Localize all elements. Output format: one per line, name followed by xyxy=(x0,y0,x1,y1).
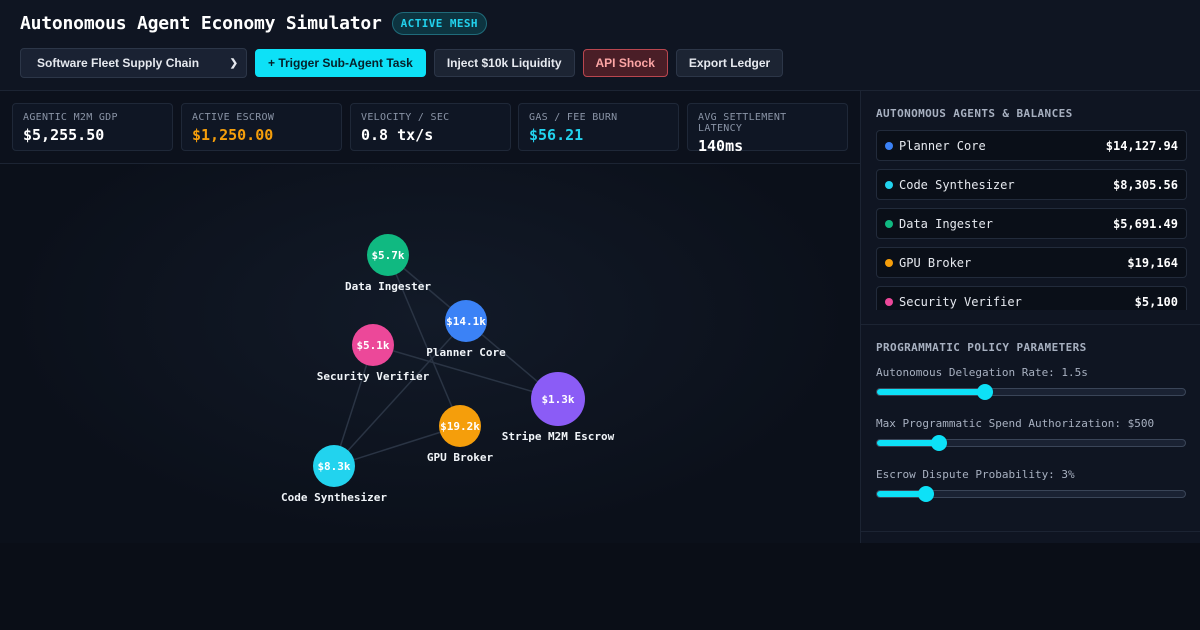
slider-label: Autonomous Delegation Rate: 1.5s xyxy=(876,366,1088,379)
node-value: $8.3k xyxy=(317,460,350,473)
agent-name: Code Synthesizer xyxy=(899,177,1015,192)
agent-balance: $5,691.49 xyxy=(1112,216,1178,231)
app-title: Autonomous Agent Economy Simulator xyxy=(20,13,382,34)
slider-track[interactable] xyxy=(876,486,1186,502)
stat-label: VELOCITY / SEC xyxy=(361,112,450,123)
slider-label: Escrow Dispute Probability: 3% xyxy=(876,468,1075,481)
inject-liquidity-button[interactable]: Inject $10k Liquidity xyxy=(433,49,575,77)
agents-section: AUTONOMOUS AGENTS & BALANCES Planner Cor… xyxy=(861,91,1200,325)
chevron-down-icon: ❯ xyxy=(229,57,238,69)
agent-name: Planner Core xyxy=(899,138,986,153)
agent-row-left: Code Synthesizer xyxy=(885,178,1015,192)
slider-fill xyxy=(877,389,985,395)
agent-list[interactable]: Planner Core $14,127.94 Code Synthesizer… xyxy=(876,130,1187,310)
node-label: Data Ingester xyxy=(345,280,431,293)
agent-row-left: Planner Core xyxy=(885,139,986,153)
node-label: Security Verifier xyxy=(317,370,430,383)
agent-balance: $8,305.56 xyxy=(1112,177,1178,192)
slider-thumb[interactable] xyxy=(976,384,993,400)
slider-track[interactable] xyxy=(876,384,1186,400)
title-row: Autonomous Agent Economy Simulator ACTIV… xyxy=(20,12,487,35)
node-label: GPU Broker xyxy=(427,451,494,464)
app-header: Autonomous Agent Economy Simulator ACTIV… xyxy=(0,0,1200,91)
agents-heading: AUTONOMOUS AGENTS & BALANCES xyxy=(876,107,1073,120)
slider-delegation-rate: Autonomous Delegation Rate: 1.5s xyxy=(876,366,1187,400)
slider-dispute-probability: Escrow Dispute Probability: 3% xyxy=(876,468,1187,502)
slider-spend-authorization: Max Programmatic Spend Authorization: $5… xyxy=(876,417,1187,451)
agent-name: Security Verifier xyxy=(899,294,1022,309)
stat-value: $1,250.00 xyxy=(192,126,274,144)
agent-row-left: Security Verifier xyxy=(885,295,1022,309)
status-dot xyxy=(885,180,893,189)
policy-heading: PROGRAMMATIC POLICY PARAMETERS xyxy=(876,341,1087,354)
slider-track[interactable] xyxy=(876,435,1186,451)
stat-card-escrow: ACTIVE ESCROW $1,250.00 xyxy=(181,103,342,151)
node-value: $5.1k xyxy=(356,339,389,352)
agent-row-code[interactable]: Code Synthesizer $8,305.56 xyxy=(876,169,1187,200)
agent-row-left: Data Ingester xyxy=(885,217,993,231)
stat-value: 0.8 tx/s xyxy=(361,126,434,144)
stat-value: 140ms xyxy=(698,137,744,155)
agent-row-gpu[interactable]: GPU Broker $19,164 xyxy=(876,247,1187,278)
status-dot xyxy=(885,141,893,150)
stat-value: $56.21 xyxy=(529,126,584,144)
policy-section: PROGRAMMATIC POLICY PARAMETERS Autonomou… xyxy=(861,325,1200,532)
slider-fill xyxy=(877,440,939,446)
agent-row-data[interactable]: Data Ingester $5,691.49 xyxy=(876,208,1187,239)
node-label: Code Synthesizer xyxy=(281,491,387,504)
node-value: $1.3k xyxy=(541,393,574,406)
scenario-select[interactable]: Software Fleet Supply Chain ❯ xyxy=(20,48,247,78)
status-dot xyxy=(885,219,893,228)
sidebar: AUTONOMOUS AGENTS & BALANCES Planner Cor… xyxy=(860,91,1200,543)
stat-card-velocity: VELOCITY / SEC 0.8 tx/s xyxy=(350,103,511,151)
export-ledger-button[interactable]: Export Ledger xyxy=(675,49,784,77)
stat-label: GAS / FEE BURN xyxy=(529,112,618,123)
status-dot xyxy=(885,297,893,306)
agent-balance: $5,100 xyxy=(1134,294,1178,309)
agent-balance: $14,127.94 xyxy=(1105,138,1178,153)
agent-network-graph[interactable]: $5.7k Data Ingester $14.1k Planner Core $5.1… xyxy=(0,164,860,543)
slider-thumb[interactable] xyxy=(930,435,947,451)
stat-label: AVG SETTLEMENT LATENCY xyxy=(698,112,787,134)
trigger-task-button[interactable]: + Trigger Sub-Agent Task xyxy=(255,49,426,77)
node-label: Stripe M2M Escrow xyxy=(502,430,615,443)
node-label: Planner Core xyxy=(426,346,506,359)
simulation-panel: AGENTIC M2M GDP $5,255.50 ACTIVE ESCROW … xyxy=(0,91,860,543)
stat-label: AGENTIC M2M GDP xyxy=(23,112,118,123)
graph-node-security[interactable]: $5.1k Security Verifier xyxy=(317,324,430,383)
graph-node-gpu[interactable]: $19.2k GPU Broker xyxy=(427,405,494,464)
scenario-select-value: Software Fleet Supply Chain xyxy=(37,56,200,70)
stats-row: AGENTIC M2M GDP $5,255.50 ACTIVE ESCROW … xyxy=(0,91,860,164)
node-value: $19.2k xyxy=(440,420,480,433)
agent-balance: $19,164 xyxy=(1127,255,1178,270)
agent-name: GPU Broker xyxy=(899,255,972,270)
graph-node-escrow[interactable]: $1.3k Stripe M2M Escrow xyxy=(502,372,615,443)
agent-row-planner[interactable]: Planner Core $14,127.94 xyxy=(876,130,1187,161)
graph-node-data[interactable]: $5.7k Data Ingester xyxy=(345,234,431,293)
node-value: $14.1k xyxy=(446,315,486,328)
agent-row-left: GPU Broker xyxy=(885,256,971,270)
toolbar: Software Fleet Supply Chain ❯ + Trigger … xyxy=(20,48,784,78)
slider-label: Max Programmatic Spend Authorization: $5… xyxy=(876,417,1155,430)
api-shock-button[interactable]: API Shock xyxy=(582,49,668,77)
stat-card-gdp: AGENTIC M2M GDP $5,255.50 xyxy=(12,103,173,151)
status-badge: ACTIVE MESH xyxy=(391,12,487,35)
network-canvas: $5.7kData Ingester$14.1kPlanner Core$5.1… xyxy=(281,234,615,504)
stat-card-gas: GAS / FEE BURN $56.21 xyxy=(518,103,679,151)
stat-label: ACTIVE ESCROW xyxy=(192,112,275,123)
agent-row-security[interactable]: Security Verifier $5,100 xyxy=(876,286,1187,310)
node-value: $5.7k xyxy=(371,249,404,262)
graph-node-planner[interactable]: $14.1k Planner Core xyxy=(426,300,506,359)
status-dot xyxy=(885,258,893,267)
slider-thumb[interactable] xyxy=(918,486,935,502)
stat-card-latency: AVG SETTLEMENT LATENCY 140ms xyxy=(687,103,848,155)
stat-value: $5,255.50 xyxy=(23,126,105,144)
agent-name: Data Ingester xyxy=(899,216,993,231)
